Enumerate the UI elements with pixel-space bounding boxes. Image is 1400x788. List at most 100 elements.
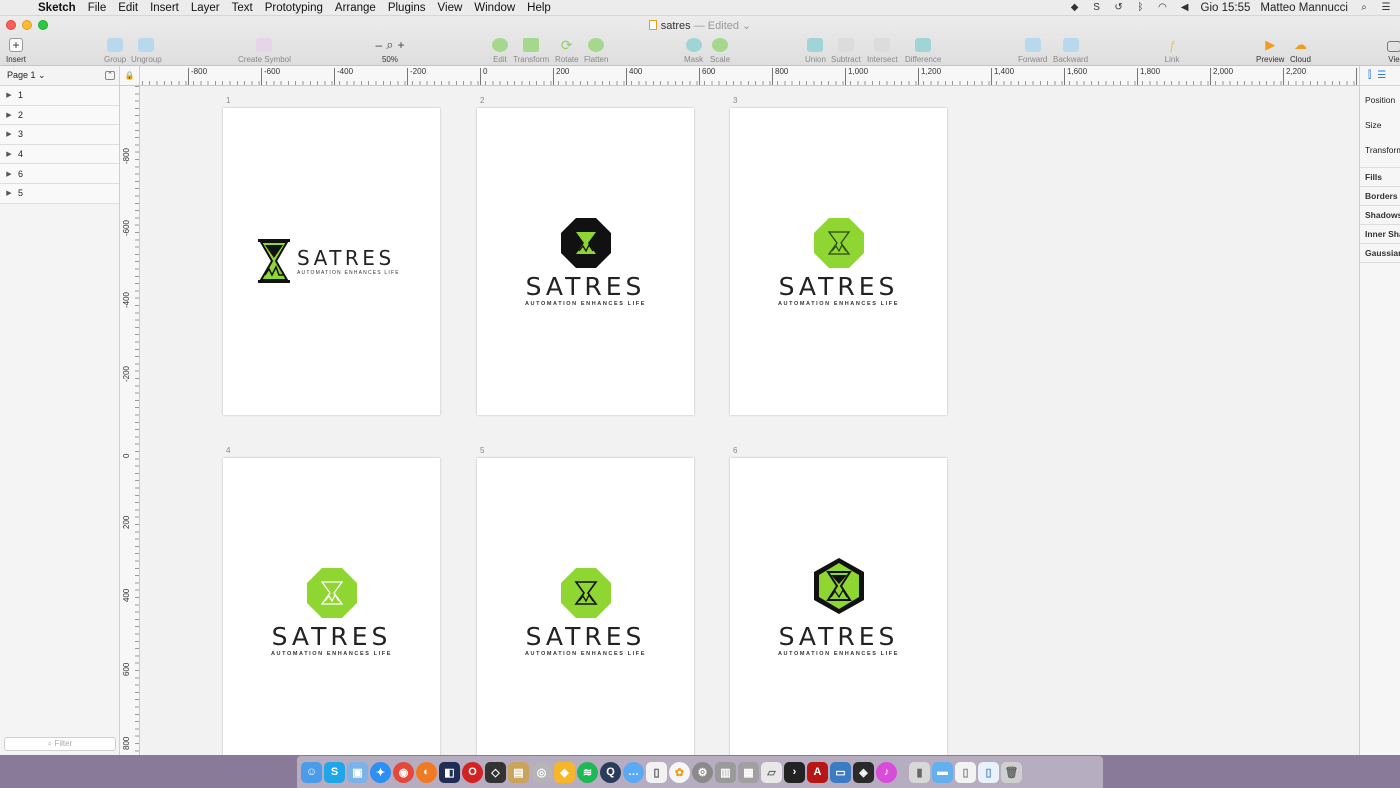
shadows-section[interactable]: Shadows <box>1360 206 1400 225</box>
align-left-icon[interactable]: ⫿ <box>1368 70 1371 81</box>
preview-icon[interactable]: ▣ <box>347 761 368 783</box>
textedit-icon[interactable]: ▯ <box>646 761 667 783</box>
trash-icon[interactable]: 🗑 <box>1001 761 1022 783</box>
menu-text[interactable]: Text <box>228 2 261 14</box>
page-selector[interactable]: Page 1 ⌄ ⌃ <box>0 66 119 86</box>
subtract-button[interactable]: Subtract <box>831 36 861 64</box>
terminal-icon[interactable]: › <box>784 761 805 783</box>
disclosure-triangle-icon[interactable]: ▶ <box>0 91 18 99</box>
create-symbol-button[interactable]: Create Symbol <box>238 36 291 64</box>
user-name[interactable]: Matteo Mannucci <box>1260 2 1348 14</box>
add-page-icon[interactable]: ⌃ <box>105 71 115 80</box>
menu-insert[interactable]: Insert <box>146 2 187 14</box>
layer-artboard-5[interactable]: ▶ 5 <box>0 183 119 204</box>
folder-icon[interactable]: ▬ <box>932 761 953 783</box>
notification-center-icon[interactable]: ☰ <box>1380 2 1392 14</box>
flatten-button[interactable]: Flatten <box>584 36 608 64</box>
bluetooth-icon[interactable]: ᛒ <box>1135 2 1147 14</box>
view-button[interactable]: Vie <box>1387 36 1400 64</box>
edit-button[interactable]: Edit <box>492 36 508 64</box>
union-button[interactable]: Union <box>805 36 826 64</box>
ungroup-button[interactable]: Ungroup <box>131 36 162 64</box>
disclosure-triangle-icon[interactable]: ▶ <box>0 150 18 158</box>
intersect-button[interactable]: Intersect <box>867 36 898 64</box>
sourcetree-icon[interactable]: ◧ <box>439 761 460 783</box>
code-icon[interactable]: ◇ <box>485 761 506 783</box>
backward-button[interactable]: Backward <box>1053 36 1088 64</box>
artboard-6[interactable]: SATRES AUTOMATION ENHANCES LIFE <box>730 458 947 755</box>
sketch-icon[interactable]: ◆ <box>554 761 575 783</box>
file2-icon[interactable]: ▯ <box>978 761 999 783</box>
menu-edit[interactable]: Edit <box>114 2 146 14</box>
messages-icon[interactable]: … <box>623 761 644 783</box>
group-button[interactable]: Group <box>104 36 126 64</box>
forward-button[interactable]: Forward <box>1018 36 1047 64</box>
documents-icon[interactable]: ▮ <box>909 761 930 783</box>
wifi-icon[interactable]: ◠ <box>1157 2 1169 14</box>
difference-button[interactable]: Difference <box>905 36 941 64</box>
menu-prototyping[interactable]: Prototyping <box>261 2 331 14</box>
disclosure-triangle-icon[interactable]: ▶ <box>0 189 18 197</box>
menu-view[interactable]: View <box>434 2 471 14</box>
layer-filter-input[interactable]: ⌕ Filter <box>4 737 116 751</box>
skype-status-icon[interactable]: S <box>1091 2 1103 14</box>
artboard-5[interactable]: SATRES AUTOMATION ENHANCES LIFE <box>477 458 694 755</box>
artboard-label[interactable]: 3 <box>733 96 737 105</box>
disclosure-triangle-icon[interactable]: ▶ <box>0 111 18 119</box>
layer-artboard-4[interactable]: ▶ 4 <box>0 144 119 165</box>
disk-utility-icon[interactable]: ◎ <box>531 761 552 783</box>
layer-artboard-1[interactable]: ▶ 1 <box>0 86 119 106</box>
artboard-label[interactable]: 4 <box>226 446 230 455</box>
fills-section[interactable]: Fills <box>1360 168 1400 187</box>
artboard-label[interactable]: 1 <box>226 96 230 105</box>
disclosure-triangle-icon[interactable]: ▶ <box>0 130 18 138</box>
skype-icon[interactable]: S <box>324 761 345 783</box>
preview-button[interactable]: ▶ Preview <box>1256 36 1284 64</box>
rotate-button[interactable]: ⟳ Rotate <box>555 36 579 65</box>
menu-layer[interactable]: Layer <box>187 2 228 14</box>
artboard-3[interactable]: SATRES AUTOMATION ENHANCES LIFE <box>730 108 947 415</box>
menu-help[interactable]: Help <box>523 2 559 14</box>
menu-arrange[interactable]: Arrange <box>331 2 384 14</box>
inner-shadows-section[interactable]: Inner Sha <box>1360 225 1400 244</box>
menu-file[interactable]: File <box>84 2 115 14</box>
clock[interactable]: Gio 15:55 <box>1201 2 1251 14</box>
layer-artboard-2[interactable]: ▶ 2 <box>0 105 119 126</box>
gaussian-blur-section[interactable]: Gaussian <box>1360 244 1400 263</box>
cloud-button[interactable]: ☁ Cloud <box>1290 36 1311 64</box>
preview2-icon[interactable]: ▭ <box>830 761 851 783</box>
spotlight-search-icon[interactable]: ⌕ <box>1358 2 1370 14</box>
menu-plugins[interactable]: Plugins <box>384 2 434 14</box>
firefox-icon[interactable]: ◐ <box>416 761 437 783</box>
layer-artboard-6[interactable]: ▶ 6 <box>0 164 119 184</box>
zoom-level[interactable]: 50% <box>382 55 398 64</box>
page-name[interactable]: Page 1 ⌄ <box>7 70 46 81</box>
mask-button[interactable]: Mask <box>684 36 703 64</box>
opera-icon[interactable]: O <box>462 761 483 783</box>
quicktime-icon[interactable]: Q <box>600 761 621 783</box>
disclosure-triangle-icon[interactable]: ▶ <box>0 170 18 178</box>
artboard-2[interactable]: SATRES AUTOMATION ENHANCES LIFE <box>477 108 694 415</box>
align-center-icon[interactable]: ☰ <box>1377 70 1386 81</box>
layer-artboard-3[interactable]: ▶ 3 <box>0 125 119 145</box>
system-preferences-icon[interactable]: ⚙ <box>692 761 713 783</box>
insert-button[interactable]: + Insert <box>6 36 26 64</box>
scale-button[interactable]: Scale <box>710 36 730 64</box>
link-button[interactable]: ƒ Link <box>1164 36 1180 65</box>
zoom-out-button[interactable]: – <box>376 38 383 52</box>
archive-icon[interactable]: ▤ <box>508 761 529 783</box>
photos-icon[interactable]: ✿ <box>669 761 690 783</box>
artboard-1[interactable]: SATRES AUTOMATION ENHANCES LIFE <box>223 108 440 415</box>
finder-icon[interactable]: ☺ <box>301 761 322 783</box>
ruler-lock-icon[interactable]: 🔒 <box>120 66 140 86</box>
transform-button[interactable]: Transform <box>513 36 549 64</box>
artboard-4[interactable]: SATRES AUTOMATION ENHANCES LIFE <box>223 458 440 755</box>
utility-icon[interactable]: ▥ <box>715 761 736 783</box>
borders-section[interactable]: Borders <box>1360 187 1400 206</box>
canvas[interactable]: 1 SATRES AUTOMATION ENHANCES LIFE 2 SATR… <box>140 86 1359 755</box>
itunes-icon[interactable]: ♪ <box>876 761 897 783</box>
file-icon[interactable]: ▯ <box>955 761 976 783</box>
menu-window[interactable]: Window <box>470 2 523 14</box>
volume-icon[interactable]: ◀ <box>1179 2 1191 14</box>
books-icon[interactable]: ◈ <box>853 761 874 783</box>
